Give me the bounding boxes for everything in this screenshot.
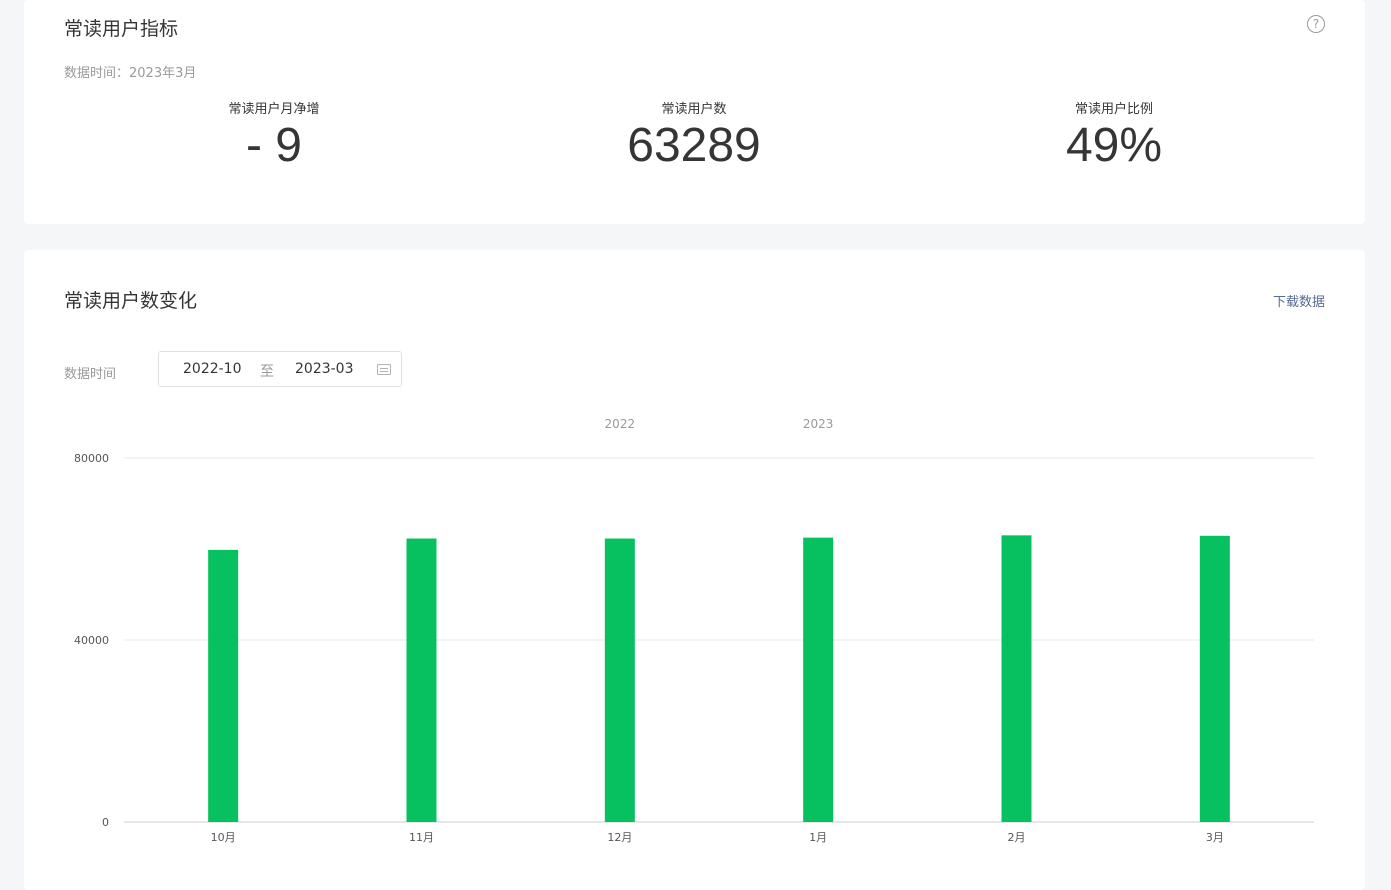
metric-label: 常读用户比例 [1074,102,1153,117]
x-tick-label: 1月 [809,831,827,844]
chart-title: 常读用户数变化 [64,290,198,312]
x-tick-label: 12月 [607,831,632,844]
metric-value: 63289 [627,119,761,172]
bar [1001,535,1032,822]
date-start[interactable]: 2022-10 [183,361,242,377]
metric-user-ratio: 常读用户比例 49% [964,98,1264,174]
x-tick-label: 3月 [1206,831,1224,844]
metrics-title: 常读用户指标 [64,18,179,40]
bar [208,549,239,822]
metric-value: 49% [1065,119,1163,172]
y-tick-label: 40000 [74,634,109,647]
download-data-link[interactable]: 下载数据 [1273,291,1325,310]
bar [406,538,437,822]
year-label: 2022 [605,417,636,431]
metric-label: 常读用户月净增 [228,102,320,117]
help-circle-icon[interactable]: ? [1307,15,1325,33]
x-tick-label: 11月 [409,831,434,844]
metric-value: - 9 [245,119,302,172]
date-separator: 至 [260,364,274,380]
metric-label: 常读用户数 [661,102,727,117]
x-tick-label: 10月 [211,831,236,844]
date-range-label: 数据时间 [64,367,117,382]
bar-chart: 0 40000 80000 10月 11月 12月 1月 2月 3月 2022 2023 [74,417,1314,844]
calendar-icon[interactable] [377,364,391,375]
metric-net-increase: 常读用户月净增 - 9 [124,98,424,174]
x-tick-label: 2月 [1008,831,1026,844]
date-range-picker[interactable]: 2022-10 至 2023-03 [158,351,402,387]
metrics-card: 常读用户指标 ? 数据时间：2023年3月 常读用户月净增 - 9 常读用户数 … [24,0,1365,224]
bar [1199,535,1230,822]
year-label: 2023 [803,417,834,431]
data-time: 数据时间：2023年3月 [64,66,197,81]
chart-card: 常读用户数变化 下载数据 数据时间 2022-10 至 2023-03 0 400… [24,250,1365,890]
y-tick-label: 0 [102,816,109,829]
bar [604,538,635,822]
metric-user-count: 常读用户数 63289 [544,98,844,174]
bar [803,537,834,822]
date-end[interactable]: 2023-03 [295,361,354,377]
y-tick-label: 80000 [74,452,109,465]
